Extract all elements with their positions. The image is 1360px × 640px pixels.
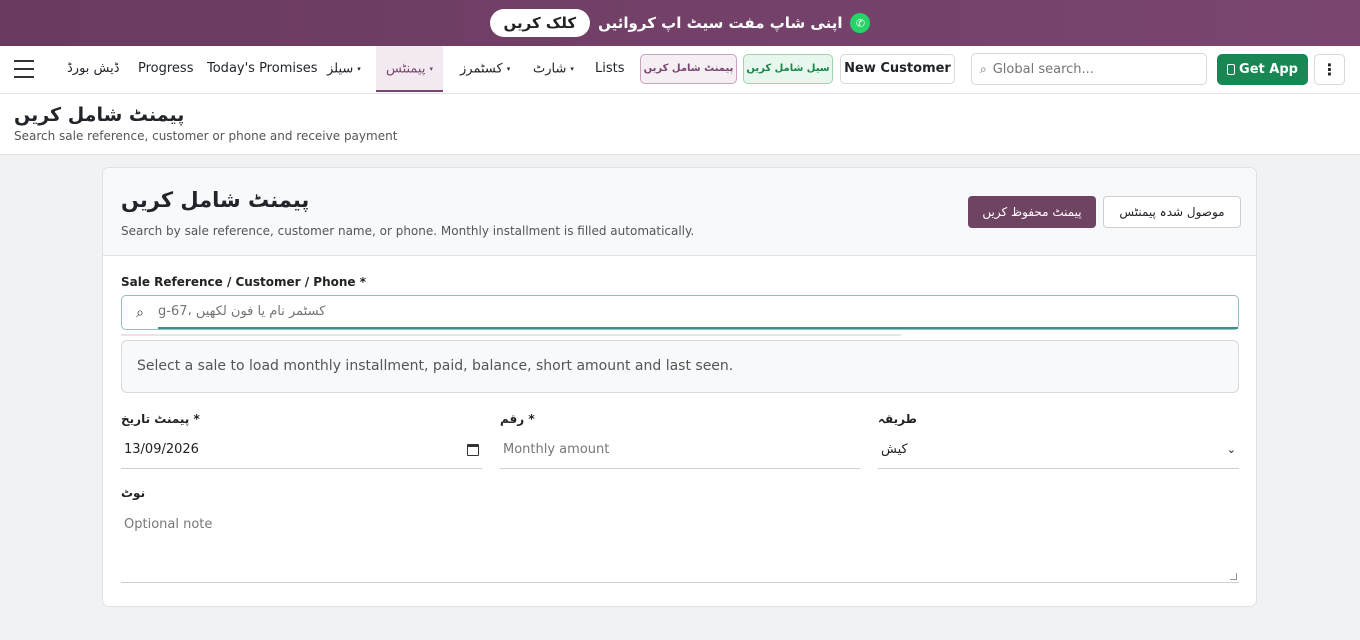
add-payment-button[interactable]: پیمنٹ شامل کریں bbox=[640, 54, 737, 84]
save-payment-button[interactable]: پیمنٹ محفوظ کریں bbox=[968, 196, 1096, 228]
menu-icon[interactable] bbox=[14, 60, 34, 78]
caret-down-icon: ▾ bbox=[357, 65, 361, 73]
nav-customers[interactable]: کسٹمرز ▾ bbox=[460, 46, 510, 92]
promo-banner: کلک کریں اپنی شاپ مفت سیٹ اپ کروائیں ✆ bbox=[0, 0, 1360, 46]
global-search[interactable]: ⌕ bbox=[971, 53, 1207, 85]
nav-dashboard[interactable]: ڈیش بورڈ bbox=[67, 46, 120, 92]
caret-down-icon: ▾ bbox=[506, 65, 511, 73]
date-label: پیمنٹ تاریخ * bbox=[121, 412, 200, 426]
global-search-input[interactable] bbox=[992, 61, 1193, 77]
caret-down-icon: ▾ bbox=[429, 65, 433, 73]
get-app-button[interactable]: Get App bbox=[1217, 54, 1308, 85]
received-payments-button[interactable]: موصول شدہ پیمنٹس bbox=[1103, 196, 1241, 228]
nav-todays-promises-label: Today's Promises bbox=[207, 61, 318, 76]
sale-reference-search[interactable]: ⌕ bbox=[121, 295, 1239, 330]
card-header: پیمنٹ شامل کریں Search by sale reference… bbox=[103, 168, 1256, 256]
nav-payments[interactable]: پیمنٹس ▾ bbox=[376, 46, 443, 92]
page-header: پیمنٹ شامل کریں Search sale reference, c… bbox=[0, 94, 1360, 155]
nav-customers-label: کسٹمرز bbox=[460, 61, 503, 77]
nav-todays-promises[interactable]: Today's Promises bbox=[207, 46, 318, 92]
page-title: پیمنٹ شامل کریں bbox=[14, 104, 185, 126]
nav-lists-label: Lists bbox=[595, 61, 625, 76]
amount-label: رقم * bbox=[500, 412, 535, 426]
method-label: طریقہ bbox=[878, 412, 917, 426]
banner-click-button[interactable]: کلک کریں bbox=[489, 9, 591, 37]
amount-placeholder: Monthly amount bbox=[503, 442, 610, 457]
search-icon: ⌕ bbox=[980, 61, 987, 76]
card-title: پیمنٹ شامل کریں bbox=[121, 188, 310, 212]
search-dropdown-edge bbox=[121, 334, 901, 336]
phone-icon bbox=[1227, 64, 1236, 75]
nav-shortcuts-label: شارٹ bbox=[533, 61, 567, 77]
page-subtitle: Search sale reference, customer or phone… bbox=[14, 129, 398, 143]
nav-dashboard-label: ڈیش بورڈ bbox=[67, 61, 120, 76]
nav-sales-label: سیلز bbox=[327, 61, 354, 77]
more-icon[interactable]: ⋮ bbox=[1314, 54, 1345, 85]
new-customer-button[interactable]: New Customer bbox=[840, 54, 955, 84]
whatsapp-icon[interactable]: ✆ bbox=[850, 13, 871, 33]
search-icon: ⌕ bbox=[136, 304, 144, 321]
payment-date-field[interactable]: 13/09/2026 bbox=[121, 431, 482, 469]
chevron-down-icon: ⌄ bbox=[1226, 443, 1236, 456]
note-textarea[interactable]: Optional note bbox=[121, 505, 1239, 583]
add-sale-button[interactable]: سیل شامل کریں bbox=[743, 54, 833, 84]
nav-shortcuts[interactable]: شارٹ ▾ bbox=[533, 46, 574, 92]
note-placeholder: Optional note bbox=[124, 517, 213, 532]
nav-lists[interactable]: Lists bbox=[595, 46, 625, 92]
navbar: ڈیش بورڈ Progress Today's Promises سیلز ▾… bbox=[0, 46, 1360, 94]
card-subtitle: Search by sale reference, customer name,… bbox=[121, 224, 695, 238]
nav-progress-label: Progress bbox=[138, 61, 194, 76]
payment-card: پیمنٹ شامل کریں Search by sale reference… bbox=[102, 167, 1257, 607]
amount-field[interactable]: Monthly amount bbox=[500, 431, 860, 469]
nav-payments-label: پیمنٹس bbox=[386, 61, 426, 77]
payment-method-value: کیش bbox=[881, 442, 908, 457]
nav-progress[interactable]: Progress bbox=[138, 46, 193, 92]
caret-down-icon: ▾ bbox=[570, 65, 574, 73]
note-label: نوٹ bbox=[121, 486, 146, 500]
ref-label: Sale Reference / Customer / Phone * bbox=[121, 275, 366, 289]
sale-reference-input[interactable] bbox=[158, 296, 1238, 329]
calendar-icon[interactable] bbox=[467, 443, 479, 456]
nav-sales[interactable]: سیلز ▾ bbox=[327, 46, 361, 92]
sale-info-box: Select a sale to load monthly installmen… bbox=[121, 340, 1239, 393]
banner-text: اپنی شاپ مفت سیٹ اپ کروائیں bbox=[598, 14, 843, 32]
get-app-label: Get App bbox=[1239, 62, 1298, 77]
resize-handle[interactable] bbox=[1230, 573, 1237, 580]
payment-date-value: 13/09/2026 bbox=[124, 442, 199, 457]
payment-method-select[interactable]: کیش ⌄ bbox=[878, 431, 1239, 469]
